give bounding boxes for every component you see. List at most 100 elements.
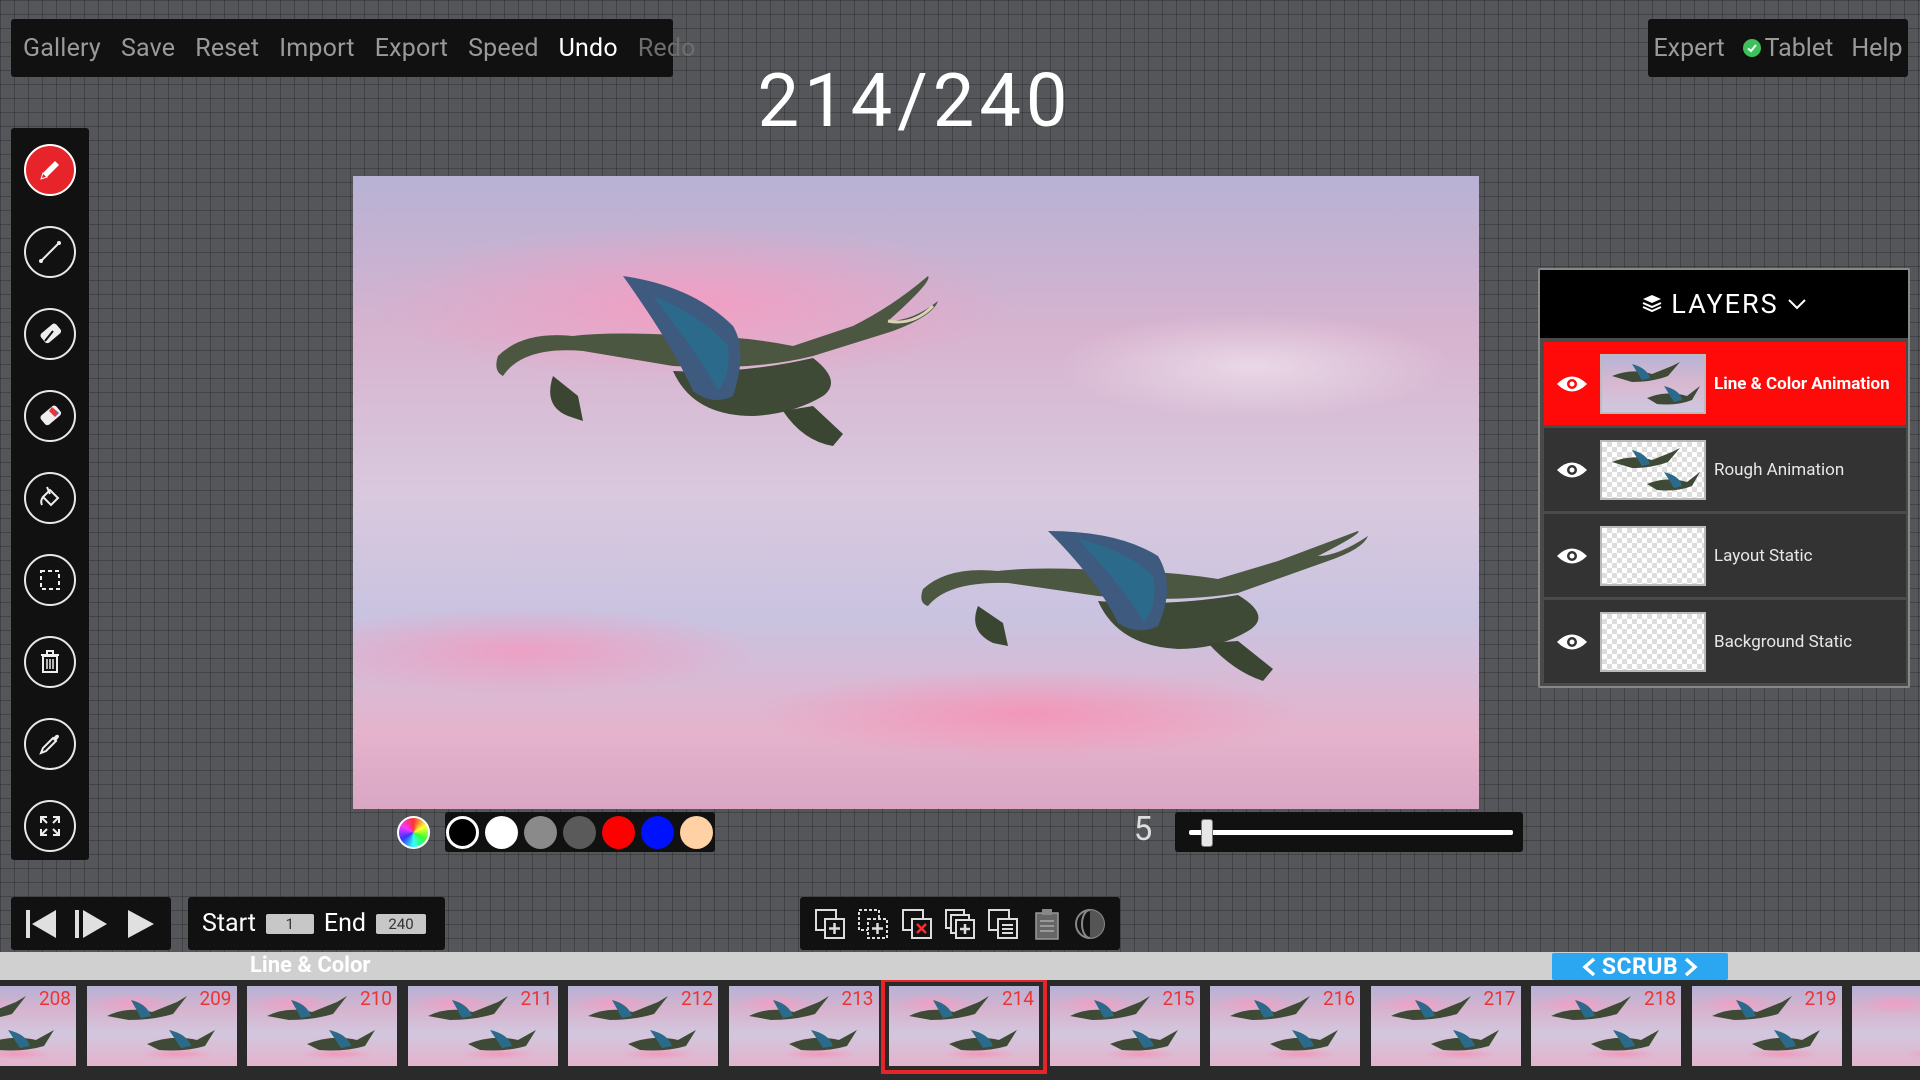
paste-frame-icon[interactable] [1030,907,1064,941]
end-frame-input[interactable]: 240 [376,913,427,934]
swatch-gray[interactable] [524,815,557,849]
next-frame-icon[interactable] [71,904,111,944]
frame-thumbnail[interactable]: 208 [0,986,76,1066]
selection-tool[interactable] [24,554,76,606]
layer-layout-static[interactable]: Layout Static [1544,514,1906,597]
fullscreen-tool[interactable] [24,800,76,852]
delete-tool[interactable] [24,636,76,688]
frame-range: Start 1 End 240 [188,897,445,950]
drawing-canvas[interactable] [353,176,1479,809]
previous-frame-icon[interactable] [22,904,62,944]
frame-thumbnail[interactable] [1852,986,1920,1066]
export-button[interactable]: Export [375,34,448,63]
eye-icon[interactable] [1544,459,1600,481]
frame-thumbnail[interactable]: 219 [1691,986,1842,1066]
frame-thumbnail[interactable]: 212 [568,986,718,1066]
layer-name: Line & Color Animation [1714,373,1890,394]
speed-button[interactable]: Speed [468,34,539,63]
winged-crocodile-drawing [496,276,938,446]
frame-strip[interactable]: 208 209 210 211 212 213 214 215 216 217 218 219 [0,980,1920,1080]
color-eraser-icon [40,405,62,426]
frame-thumbnail[interactable]: 209 [86,986,237,1066]
frame-thumbnail[interactable]: 210 [247,986,397,1066]
color-palette [397,812,719,852]
layer-thumbnail [1600,439,1706,500]
tablet-label: Tablet [1764,33,1834,63]
fill-tool[interactable] [24,472,76,524]
frame-thumbnail[interactable]: 215 [1049,986,1200,1066]
color-eraser-tool[interactable] [24,390,76,442]
frame-thumbnail[interactable]: 213 [728,986,879,1066]
swatch-red[interactable] [602,815,635,849]
tablet-toggle[interactable]: Tablet [1742,33,1834,63]
swatch-blue[interactable] [641,815,674,849]
gallery-button[interactable]: Gallery [23,34,101,63]
layers-header[interactable]: LAYERS [1540,270,1908,338]
eyedropper-tool[interactable] [24,718,76,770]
timeline-layer-label: Line & Color [250,953,371,978]
frame-thumbnail[interactable]: 214 [881,980,1047,1074]
eye-icon[interactable] [1544,631,1600,653]
layer-background-static[interactable]: Background Static [1544,600,1906,683]
trash-icon [41,650,59,673]
frame-thumbnail[interactable]: 217 [1370,986,1521,1066]
copy-frame-icon[interactable] [986,907,1020,941]
frame-number: 211 [520,987,553,1010]
layer-name: Rough Animation [1714,459,1845,480]
frame-number: 219 [1804,987,1837,1010]
layer-rough-animation[interactable]: Rough Animation [1544,428,1906,511]
layer-thumbnail [1600,353,1706,414]
frame-number: 209 [199,987,232,1010]
eye-icon[interactable] [1544,545,1600,567]
frame-number: 210 [359,987,392,1010]
brush-size-value: 5 [1133,810,1153,849]
chevron-down-icon [1787,299,1806,310]
onion-skin-icon[interactable] [1073,907,1107,941]
fill-bucket-icon [40,486,60,507]
frame-thumbnail[interactable]: 216 [1210,986,1360,1066]
frame-counter: 214/240 [757,58,1073,145]
swatch-peach[interactable] [680,815,713,849]
top-menu: Gallery Save Reset Import Export Speed U… [11,19,695,77]
tool-bar [11,128,89,860]
frame-thumbnail[interactable]: 211 [407,986,558,1066]
selection-icon [40,570,60,590]
frame-number: 215 [1162,987,1195,1010]
duplicate-frame-icon[interactable] [943,907,977,941]
end-label: End [323,909,367,938]
line-tool[interactable] [24,226,76,278]
import-button[interactable]: Import [279,34,354,63]
layers-icon [1642,295,1662,313]
add-frame-icon[interactable] [813,907,847,941]
swatch-black[interactable] [446,815,479,849]
pencil-tool[interactable] [24,144,76,196]
eraser-tool[interactable] [24,308,76,360]
layers-panel: LAYERS Line & Color Animation Rough Anim… [1538,268,1910,688]
swatch-dark-gray[interactable] [563,815,596,849]
start-frame-input[interactable]: 1 [265,913,314,934]
play-icon[interactable] [120,904,160,944]
frame-number: 216 [1322,987,1355,1010]
reset-button[interactable]: Reset [195,34,259,63]
frame-number: 208 [38,987,71,1010]
save-button[interactable]: Save [121,34,175,63]
eye-icon[interactable] [1544,373,1600,395]
frame-thumbnail[interactable]: 218 [1531,986,1681,1066]
frame-number: 218 [1643,987,1676,1010]
eraser-icon [40,323,62,344]
add-selection-frame-icon[interactable] [856,907,890,941]
expand-icon [40,816,60,836]
check-icon [1742,39,1761,57]
brush-size-slider[interactable] [1175,812,1523,852]
expert-button[interactable]: Expert [1653,34,1724,63]
layer-line-color-animation[interactable]: Line & Color Animation [1544,342,1906,425]
slider-handle[interactable] [1201,819,1214,847]
help-button[interactable]: Help [1851,34,1902,63]
swatch-white[interactable] [485,815,518,849]
delete-frame-icon[interactable] [900,907,934,941]
undo-button[interactable]: Undo [559,34,618,63]
layer-name: Background Static [1714,631,1853,652]
chevron-left-icon [1582,957,1596,976]
color-wheel-icon[interactable] [397,815,430,849]
scrub-button[interactable]: SCRUB [1552,953,1728,980]
